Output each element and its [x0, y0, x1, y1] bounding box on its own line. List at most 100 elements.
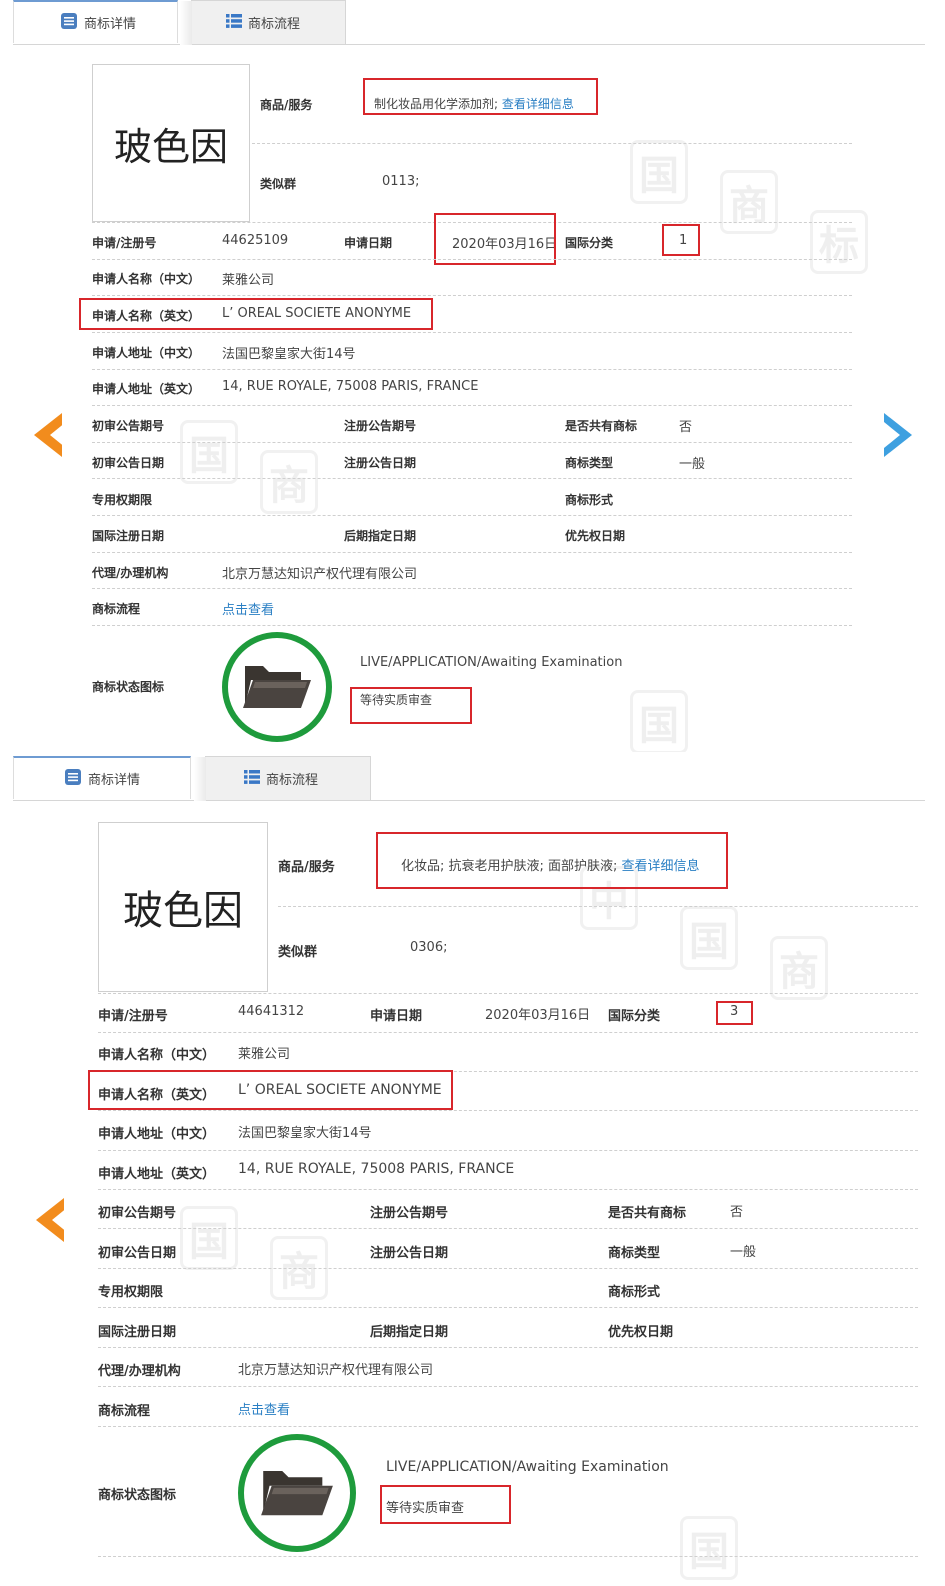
- divider: [92, 405, 852, 406]
- label-intl-reg-date: 国际注册日期: [98, 1325, 177, 1340]
- highlight-box: [716, 1001, 753, 1025]
- tm-type-value: 一般: [730, 1245, 757, 1260]
- tab-trademark-flow[interactable]: 商标流程: [180, 0, 346, 45]
- tab-trademark-details[interactable]: 商标详情: [13, 0, 178, 43]
- shared-value: 否: [730, 1205, 744, 1220]
- flow-link[interactable]: 点击查看: [222, 599, 274, 618]
- divider: [92, 259, 852, 260]
- tab-bar: 商标详情 商标流程: [13, 0, 925, 45]
- highlight-box: [350, 687, 472, 724]
- label-exclusive-period: 专用权期限: [98, 1285, 164, 1300]
- highlight-box: [376, 832, 728, 889]
- watermark: 国: [680, 906, 738, 970]
- divider: [92, 478, 852, 479]
- divider: [98, 993, 918, 994]
- watermark: 国: [630, 140, 688, 204]
- label-tm-type: 商标类型: [565, 456, 614, 470]
- status-ring: [238, 1434, 356, 1552]
- folder-icon: [259, 1462, 335, 1524]
- label-address-en: 申请人地址（英文）: [98, 1167, 216, 1182]
- watermark: 商: [260, 450, 318, 514]
- label-tm-form: 商标形式: [565, 493, 614, 507]
- list-doc-icon: [64, 768, 82, 790]
- divider: [252, 143, 852, 144]
- list-icon: [244, 769, 260, 789]
- divider: [98, 1426, 918, 1427]
- label-prelim-pub-date: 初审公告日期: [92, 456, 165, 470]
- divider: [92, 515, 852, 516]
- divider: [278, 906, 918, 907]
- label-priority-date: 优先权日期: [608, 1325, 674, 1340]
- label-goods: 商品/服务: [260, 98, 313, 112]
- label-address-en: 申请人地址（英文）: [92, 382, 201, 396]
- tab-bar: 商标详情 商标流程: [13, 756, 925, 801]
- label-reg-no: 申请/注册号: [98, 1009, 168, 1024]
- label-reg-pub-date: 注册公告日期: [344, 456, 417, 470]
- divider: [98, 1307, 918, 1308]
- highlight-box: [79, 298, 433, 330]
- label-priority-date: 优先权日期: [565, 529, 626, 543]
- divider: [98, 1347, 918, 1348]
- address-cn-value: 法国巴黎皇家大街14号: [238, 1126, 372, 1141]
- arrow-inner: [50, 422, 66, 448]
- divider: [92, 442, 852, 443]
- label-tm-type: 商标类型: [608, 1246, 661, 1261]
- watermark: 国: [180, 1206, 238, 1270]
- shared-value: 否: [679, 420, 693, 435]
- divider: [98, 1228, 918, 1229]
- label-status-icon: 商标状态图标: [92, 680, 165, 694]
- label-flow: 商标流程: [98, 1404, 151, 1419]
- label-reg-no: 申请/注册号: [92, 236, 157, 250]
- label-address-cn: 申请人地址（中文）: [98, 1127, 216, 1142]
- divider: [92, 588, 852, 589]
- label-later-designation-date: 后期指定日期: [344, 529, 417, 543]
- watermark: 商: [770, 936, 828, 1000]
- agency-value: 北京万慧达知识产权代理有限公司: [238, 1363, 434, 1378]
- divider: [98, 1032, 918, 1033]
- trademark-image: 玻色因: [92, 64, 250, 222]
- flow-link[interactable]: 点击查看: [238, 1399, 290, 1418]
- label-status-icon: 商标状态图标: [98, 1488, 177, 1503]
- label-agency: 代理/办理机构: [92, 566, 169, 580]
- watermark: 商: [720, 170, 778, 234]
- divider: [92, 295, 852, 296]
- folder-icon: [241, 658, 313, 716]
- list-doc-icon: [60, 12, 78, 34]
- applicant-cn-value: 莱雅公司: [238, 1047, 291, 1062]
- divider: [98, 1150, 918, 1151]
- status-en: LIVE/APPLICATION/Awaiting Examination: [386, 1459, 669, 1475]
- label-reg-pub-no: 注册公告期号: [344, 419, 417, 433]
- divider: [98, 1189, 918, 1190]
- trademark-text: 玻色因: [123, 888, 243, 934]
- similar-group-value: 0113;: [382, 174, 420, 189]
- divider: [98, 1556, 918, 1557]
- label-prelim-pub-date: 初审公告日期: [98, 1246, 177, 1261]
- tab-label: 商标流程: [266, 773, 319, 788]
- label-shared: 是否共有商标: [565, 419, 638, 433]
- watermark: 标: [810, 210, 868, 274]
- tab-label: 商标详情: [84, 17, 137, 32]
- label-later-designation-date: 后期指定日期: [370, 1325, 449, 1340]
- divider: [98, 1110, 918, 1111]
- trademark-image: 玻色因: [98, 822, 268, 992]
- tab-trademark-flow[interactable]: 商标流程: [194, 756, 371, 801]
- label-intl-class: 国际分类: [565, 236, 614, 250]
- highlight-box: [434, 213, 556, 265]
- reg-no-value: 44641312: [238, 1004, 305, 1019]
- label-address-cn: 申请人地址（中文）: [92, 346, 201, 360]
- label-shared: 是否共有商标: [608, 1206, 687, 1221]
- tab-trademark-details[interactable]: 商标详情: [13, 756, 191, 799]
- label-reg-pub-date: 注册公告日期: [370, 1246, 449, 1261]
- label-goods: 商品/服务: [278, 860, 335, 875]
- tab-label: 商标流程: [248, 17, 301, 32]
- tab-label: 商标详情: [88, 773, 141, 788]
- address-en-value: 14, RUE ROYALE, 75008 PARIS, FRANCE: [222, 379, 479, 394]
- divider: [98, 1268, 918, 1269]
- label-intl-class: 国际分类: [608, 1009, 661, 1024]
- applicant-cn-value: 莱雅公司: [222, 273, 275, 288]
- label-similar-group: 类似群: [278, 945, 318, 960]
- agency-value: 北京万慧达知识产权代理有限公司: [222, 567, 418, 582]
- trademark-text: 玻色因: [113, 124, 228, 169]
- reg-no-value: 44625109: [222, 233, 289, 248]
- highlight-box: [380, 1485, 511, 1524]
